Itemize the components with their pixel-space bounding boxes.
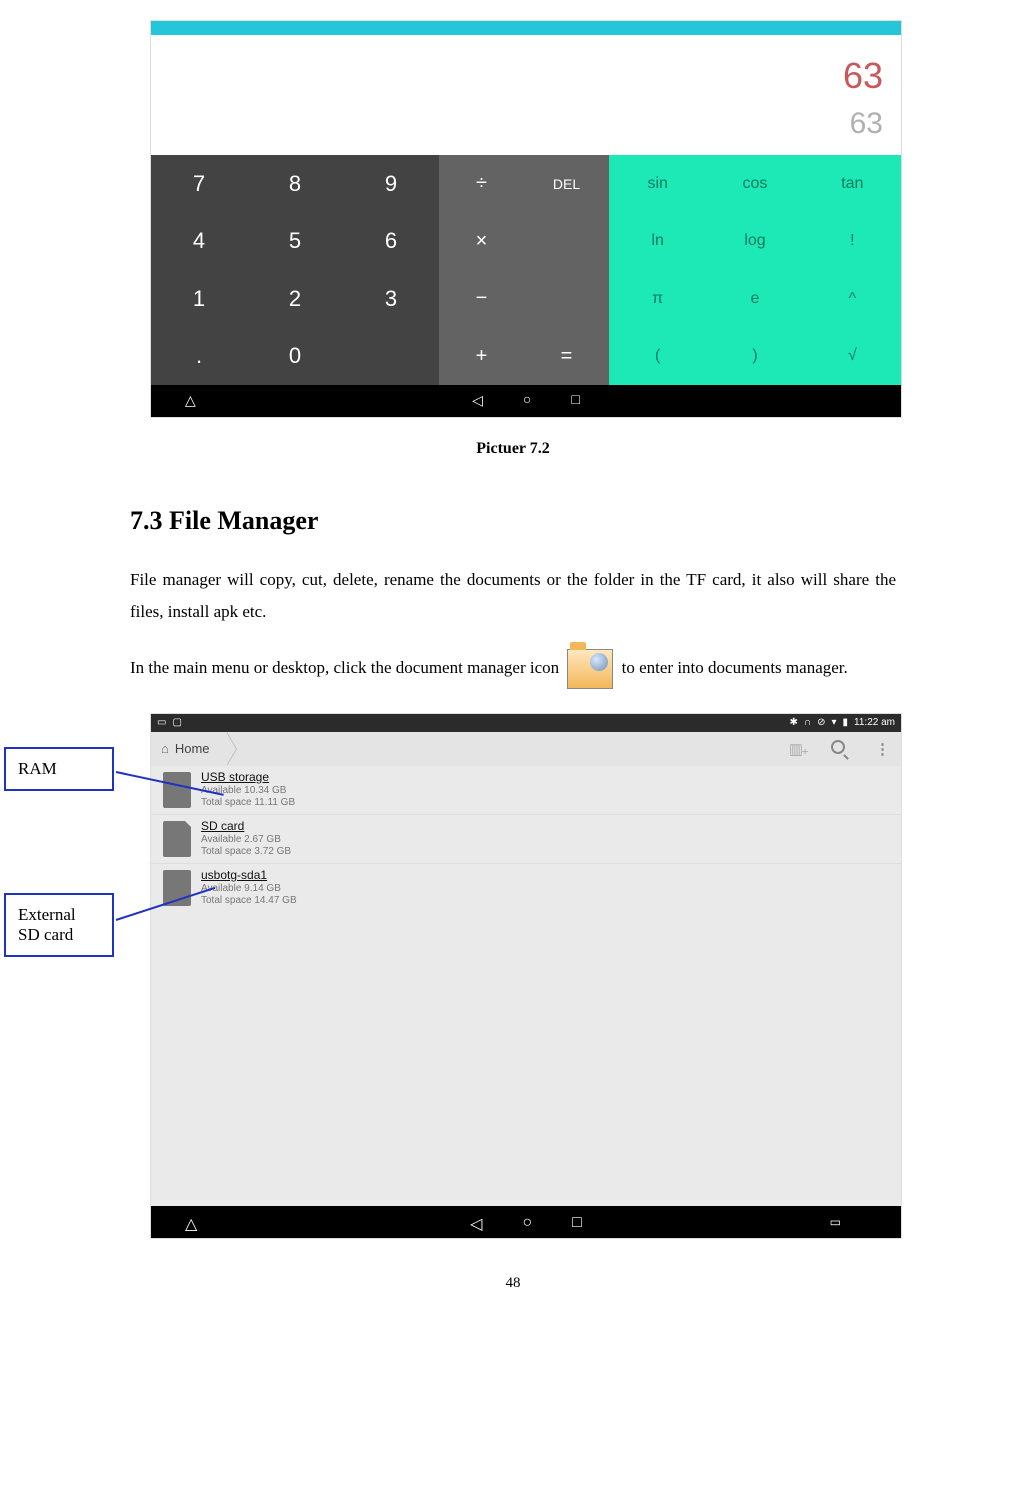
storage-available: Available 10.34 GB [201,785,295,798]
key-delete[interactable]: DEL [524,155,609,213]
key-divide[interactable]: ÷ [439,155,524,213]
storage-list: USB storage Available 10.34 GB Total spa… [151,766,901,1206]
key-7[interactable]: 7 [151,155,247,213]
status-folder-icon: ▢ [172,717,181,728]
storage-total: Total space 11.11 GB [201,797,295,810]
callout-sd-text: External SD card [18,905,76,944]
key-5[interactable]: 5 [247,213,343,271]
list-item[interactable]: USB storage Available 10.34 GB Total spa… [151,766,901,814]
key-cos[interactable]: cos [706,155,803,213]
breadcrumb-chevron-icon [226,732,236,766]
android-nav-bar [151,385,901,417]
key-9[interactable]: 9 [343,155,439,213]
page-number: 48 [0,1239,1026,1312]
key-plus[interactable]: + [439,328,524,386]
storage-available: Available 9.14 GB [201,883,297,896]
key-pi[interactable]: π [609,270,706,328]
list-item[interactable]: usbotg-sda1 Available 9.14 GB Total spac… [151,863,901,912]
operator-pad: ÷ DEL × − + = [439,155,609,385]
key-4[interactable]: 4 [151,213,247,271]
fm-status-bar: ▭ ▢ ✱ ∩ ⊘ ▾ ▮ 11:22 am [151,714,901,732]
key-tan[interactable]: tan [804,155,901,213]
paragraph-1: File manager will copy, cut, delete, ren… [130,564,896,629]
search-icon[interactable] [831,740,851,758]
numpad: 7 8 9 4 5 6 1 2 3 . 0 [151,155,439,385]
section-heading: 7.3 File Manager [130,506,1026,536]
android-status-bar [151,21,901,35]
key-0[interactable]: 0 [247,328,343,386]
status-storage-icon: ▭ [157,717,166,728]
usb-storage-icon [163,772,191,808]
key-dot[interactable]: . [151,328,247,386]
key-sqrt[interactable]: √ [804,328,901,386]
key-sin[interactable]: sin [609,155,706,213]
file-manager-screenshot: ▭ ▢ ✱ ∩ ⊘ ▾ ▮ 11:22 am ⌂ Home [150,713,902,1239]
callout-sd: External SD card [4,893,114,957]
nav-back-icon[interactable] [472,393,483,410]
nav-recent-icon[interactable] [572,1214,582,1234]
nav-pip-icon[interactable]: ▭ [830,1215,841,1230]
key-factorial[interactable]: ! [804,213,901,271]
scientific-pad: sin cos tan ln log ! π e ^ ( ) √ [609,155,901,385]
key-2[interactable]: 2 [247,270,343,328]
key-ln[interactable]: ln [609,213,706,271]
key-power[interactable]: ^ [804,270,901,328]
key-op-blank-2 [524,270,609,328]
status-headphone-icon: ∩ [804,717,811,728]
paragraph-2-post: to enter into documents manager. [622,658,848,677]
storage-total: Total space 3.72 GB [201,846,291,859]
calculator-screenshot: 63 63 7 8 9 4 5 6 1 2 3 . 0 ÷ DEL × [150,20,902,418]
nav-back-icon[interactable] [470,1214,482,1234]
fm-toolbar: ⌂ Home ▥₊ ⋮ [151,732,901,766]
breadcrumb-home[interactable]: ⌂ Home [151,732,226,766]
key-3[interactable]: 3 [343,270,439,328]
file-manager-figure: RAM External SD card ▭ ▢ ✱ ∩ ⊘ ▾ ▮ 11:22… [0,713,1026,1239]
key-8[interactable]: 8 [247,155,343,213]
home-icon: ⌂ [161,741,169,756]
calculator-display: 63 63 [151,35,901,155]
paragraph-2: In the main menu or desktop, click the d… [130,649,896,689]
status-bluetooth-icon: ✱ [790,717,798,728]
storage-title: USB storage [201,770,295,785]
storage-available: Available 2.67 GB [201,834,291,847]
status-dnd-icon: ⊘ [817,717,825,728]
key-equals[interactable]: = [524,328,609,386]
key-paren-right[interactable]: ) [706,328,803,386]
nav-home-icon[interactable] [523,393,531,410]
key-blank [343,328,439,386]
sd-card-icon [163,821,191,857]
android-nav-bar: ▭ [151,1206,901,1238]
key-e[interactable]: e [706,270,803,328]
storage-title: usbotg-sda1 [201,868,297,883]
status-wifi-icon: ▾ [832,717,837,728]
storage-title: SD card [201,819,291,834]
nav-recent-icon[interactable] [571,393,579,410]
figure-caption: Pictuer 7.2 [0,440,1026,458]
new-folder-icon[interactable]: ▥₊ [789,740,807,758]
list-item[interactable]: SD card Available 2.67 GB Total space 3.… [151,814,901,863]
key-log[interactable]: log [706,213,803,271]
breadcrumb-label: Home [175,741,210,756]
more-menu-icon[interactable]: ⋮ [875,740,891,758]
status-time: 11:22 am [854,717,895,728]
key-multiply[interactable]: × [439,213,524,271]
key-1[interactable]: 1 [151,270,247,328]
key-paren-left[interactable]: ( [609,328,706,386]
calculator-result: 63 [850,107,883,141]
calculator-formula: 63 [843,55,883,97]
storage-total: Total space 14.47 GB [201,895,297,908]
file-manager-app-icon [567,649,613,689]
key-op-blank-1 [524,213,609,271]
callout-ram: RAM [4,747,114,791]
paragraph-2-pre: In the main menu or desktop, click the d… [130,658,563,677]
key-6[interactable]: 6 [343,213,439,271]
key-minus[interactable]: − [439,270,524,328]
calculator-keypad: 7 8 9 4 5 6 1 2 3 . 0 ÷ DEL × − + [151,155,901,385]
status-battery-icon: ▮ [843,717,849,728]
nav-home-icon[interactable] [522,1214,532,1234]
